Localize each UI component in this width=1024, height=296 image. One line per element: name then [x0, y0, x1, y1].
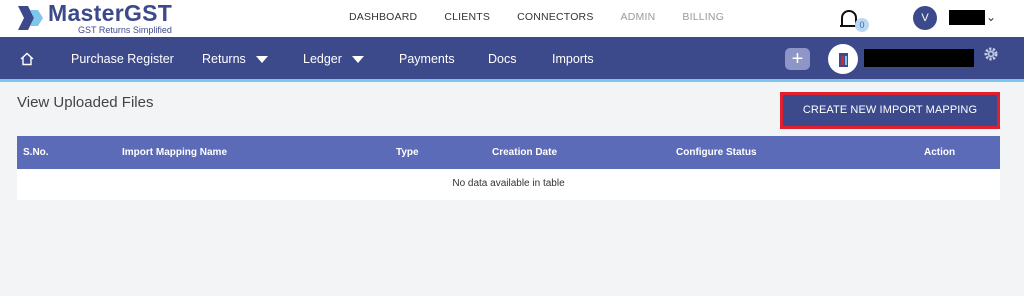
nav-item-ledger[interactable]: Ledger	[303, 52, 364, 66]
organization-avatar[interactable]	[828, 44, 858, 74]
nav-label: Returns	[202, 52, 246, 66]
column-header-import-mapping-name[interactable]: Import Mapping Name	[122, 147, 227, 158]
caret-down-icon	[351, 55, 364, 63]
nav-item-docs[interactable]: Docs	[488, 52, 516, 66]
main-navigation-bar: Purchase Register Returns Ledger Payment…	[0, 37, 1024, 82]
top-nav-clients[interactable]: CLIENTS	[444, 11, 490, 23]
user-name-redacted	[949, 10, 985, 25]
column-header-configure-status[interactable]: Configure Status	[676, 147, 757, 158]
nav-item-imports[interactable]: Imports	[552, 52, 594, 66]
table-body: No data available in table	[17, 169, 1000, 200]
add-button[interactable]: +	[785, 48, 810, 70]
column-header-action[interactable]: Action	[924, 147, 955, 158]
caret-down-icon	[255, 55, 268, 63]
top-nav-dashboard[interactable]: DASHBOARD	[349, 11, 417, 23]
notification-count-badge: 0	[855, 18, 869, 32]
nav-item-payments[interactable]: Payments	[399, 52, 455, 66]
top-nav-admin[interactable]: ADMIN	[621, 11, 656, 23]
column-header-type[interactable]: Type	[396, 147, 419, 158]
user-avatar[interactable]: V	[913, 6, 937, 30]
page-title: View Uploaded Files	[17, 94, 154, 111]
nav-label: Payments	[399, 52, 455, 66]
home-icon[interactable]	[20, 52, 34, 66]
column-header-creation-date[interactable]: Creation Date	[492, 147, 557, 158]
organization-name-redacted	[864, 49, 974, 67]
gear-icon[interactable]	[983, 46, 999, 62]
nav-item-returns[interactable]: Returns	[202, 52, 268, 66]
nav-label: Imports	[552, 52, 594, 66]
top-nav-connectors[interactable]: CONNECTORS	[517, 11, 593, 23]
table-header: S.No. Import Mapping Name Type Creation …	[17, 136, 1000, 169]
uploaded-files-table: S.No. Import Mapping Name Type Creation …	[17, 136, 1000, 200]
top-bar: MasterGST GST Returns Simplified DASHBOA…	[0, 0, 1024, 37]
column-header-sno[interactable]: S.No.	[23, 147, 49, 158]
top-nav-billing[interactable]: BILLING	[682, 11, 724, 23]
building-icon	[839, 53, 848, 67]
mastergst-logo[interactable]: MasterGST GST Returns Simplified	[14, 0, 184, 36]
nav-label: Purchase Register	[71, 52, 174, 66]
nav-item-purchase-register[interactable]: Purchase Register	[71, 52, 174, 66]
brand-tagline: GST Returns Simplified	[78, 25, 172, 35]
nav-label: Docs	[488, 52, 517, 66]
brand-name: MasterGST	[48, 0, 173, 26]
mastergst-logo-icon	[18, 6, 43, 30]
user-menu-chevron-down-icon[interactable]: ⌄	[986, 10, 996, 24]
empty-table-message: No data available in table	[452, 178, 565, 189]
nav-label: Ledger	[303, 52, 342, 66]
top-navigation: DASHBOARD CLIENTS CONNECTORS ADMIN BILLI…	[349, 11, 751, 23]
create-new-import-mapping-button[interactable]: CREATE NEW IMPORT MAPPING	[780, 92, 1000, 129]
